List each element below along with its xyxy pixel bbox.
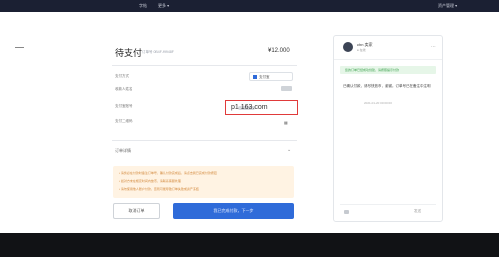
chevron-down-icon: ▾ (167, 3, 170, 8)
alipay-icon (253, 75, 257, 80)
payment-method-label: 支付方式 (115, 74, 129, 78)
cancel-order-button[interactable]: 取消订单 (113, 203, 160, 219)
menu-dash-icon (15, 47, 24, 48)
chat-input[interactable] (340, 204, 436, 205)
notice-line: • 请务必在付款时备注订单号，确认付款完成后，请点击我已完成付款按钮 (119, 171, 217, 175)
bottom-band (0, 233, 499, 257)
account-value: p1 163.com (231, 104, 268, 111)
nav-item-secondary[interactable]: 更多 ▾ (158, 3, 169, 9)
order-payment-panel: 待支付 订单号 0B4F-f9948F ¥12.000 支付方式 支付宝 收款人… (100, 39, 306, 227)
nav-item-primary[interactable]: 字帖 (139, 3, 147, 9)
top-nav-bar: 字帖 更多 ▾ 资产管理 ▾ (0, 0, 499, 12)
chat-timestamp: 2021-01-20 00:00:00 (364, 101, 392, 105)
notice-line: • 请勿使用他人账户付款，否则可能导致订单失败或资产冻结 (119, 187, 199, 191)
account-value-highlight: p1 163.com (225, 100, 298, 115)
chat-message: 已确认付款，请尽快放币，谢谢。订单号已在备注中注明 (343, 84, 431, 88)
page-content: 待支付 订单号 0B4F-f9948F ¥12.000 支付方式 支付宝 收款人… (0, 12, 499, 233)
qr-code-icon[interactable]: ▦ (284, 120, 288, 125)
payment-method-select[interactable]: 支付宝 (249, 72, 293, 81)
page-title: 待支付 (115, 48, 143, 58)
payment-method-value: 支付宝 (259, 75, 270, 79)
confirm-paid-button[interactable]: 我已完成付款，下一步 (173, 203, 294, 219)
chevron-down-icon: ▾ (455, 3, 458, 8)
order-amount: ¥12.000 (268, 48, 290, 54)
divider (112, 65, 297, 66)
chevron-down-icon[interactable]: ⌄ (287, 147, 291, 153)
order-number: 订单号 0B4F-f9948F (142, 50, 174, 54)
qr-code-label: 支付二维码 (115, 119, 133, 123)
divider (112, 140, 297, 141)
more-icon[interactable]: ⋯ (431, 44, 436, 50)
success-notice-text: 您的订单已经成功创建，请按照提示付款 (345, 68, 400, 72)
payment-notice: • 请务必在付款时备注订单号，确认付款完成后，请点击我已完成付款按钮 • 如对方… (113, 166, 294, 198)
nav-item-secondary-label: 更多 (158, 3, 166, 8)
account-label: 支付宝账号 (115, 104, 133, 108)
account-menu-label: 资产管理 (438, 3, 454, 8)
chat-user-status: ● 在线 (357, 48, 366, 52)
avatar (343, 42, 353, 52)
image-icon[interactable] (344, 210, 349, 214)
account-menu[interactable]: 资产管理 ▾ (438, 3, 457, 9)
send-button[interactable]: 发送 (414, 209, 421, 214)
order-details-toggle[interactable]: 订单详情 (115, 148, 131, 154)
payee-name-value-redacted (281, 86, 292, 91)
divider (334, 59, 442, 60)
chat-panel: chn 卖家 ● 在线 ⋯ 您的订单已经成功创建，请按照提示付款 已确认付款，请… (333, 35, 443, 222)
payee-name-label: 收款人姓名 (115, 87, 133, 91)
success-notice: 您的订单已经成功创建，请按照提示付款 (340, 66, 436, 74)
notice-line: • 如对方未在规定时间内放币，请联系客服处理 (119, 179, 181, 183)
